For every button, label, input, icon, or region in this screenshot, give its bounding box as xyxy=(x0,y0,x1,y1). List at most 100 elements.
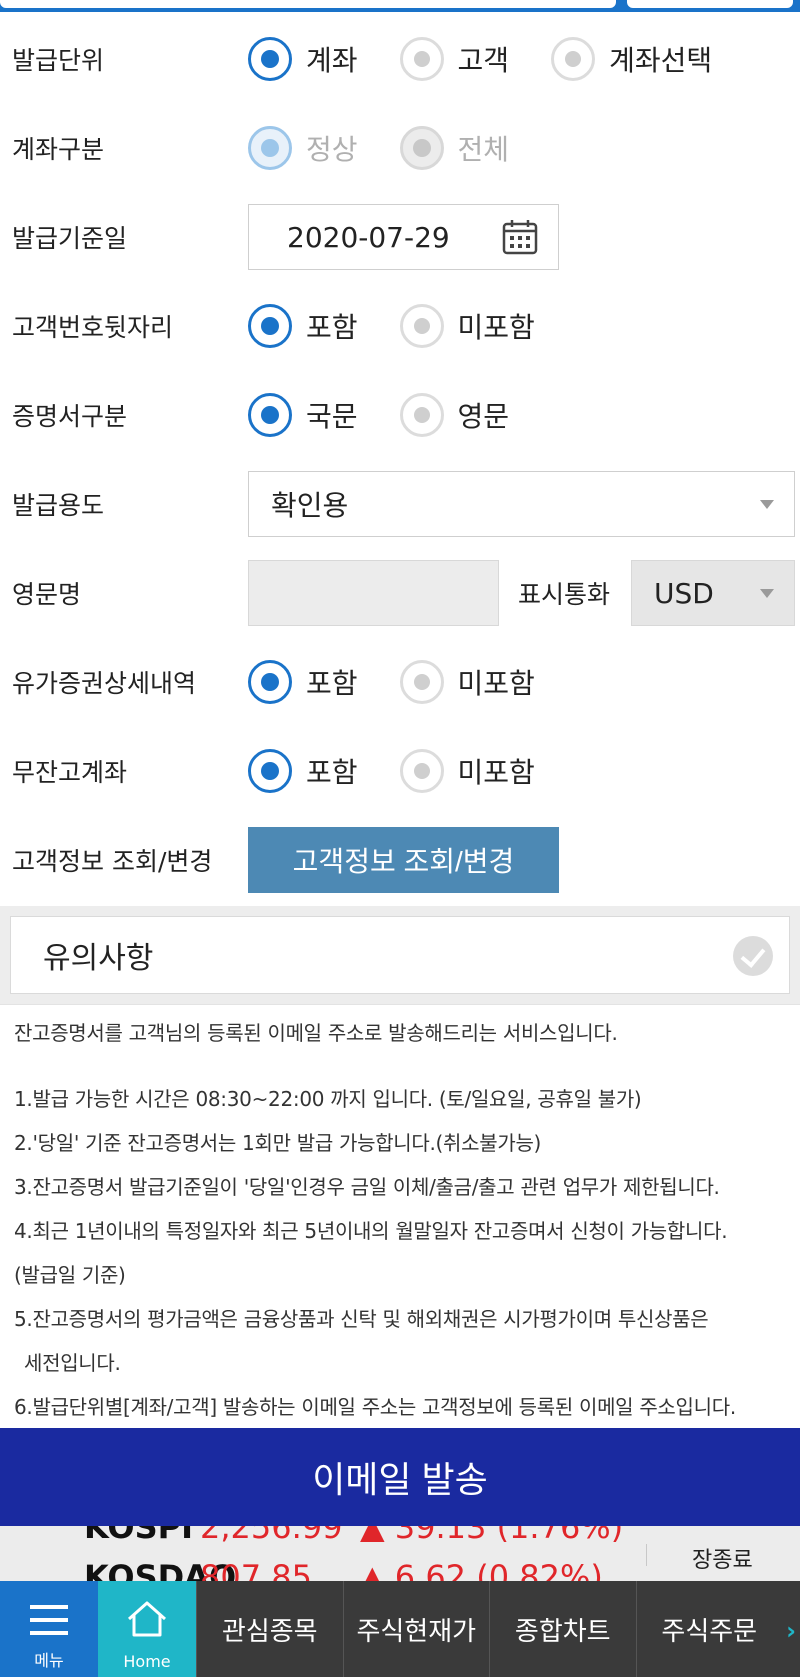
radio-label: 미포함 xyxy=(457,667,535,700)
radio-securities-include[interactable]: 포함 xyxy=(248,660,358,704)
nav-item-watchlist[interactable]: 관심종목 xyxy=(196,1581,343,1677)
issue-unit-label: 발급단위 xyxy=(12,46,105,75)
purpose-label: 발급용도 xyxy=(12,491,105,520)
market-status: 장종료 xyxy=(692,1548,753,1573)
english-name-label: 영문명 xyxy=(12,580,82,609)
chevron-right-icon[interactable]: › xyxy=(786,1617,796,1645)
radio-selected-icon xyxy=(248,749,292,793)
customer-info-button[interactable]: 고객정보 조회/변경 xyxy=(248,827,559,893)
notice-line: (발급일 기준) xyxy=(14,1263,126,1287)
nav-menu-button[interactable]: 메뉴 xyxy=(0,1581,98,1677)
row-purpose: 발급용도 확인용 xyxy=(0,469,800,539)
radio-disabled-selected-icon xyxy=(248,126,292,170)
radio-account-type-all: 전체 xyxy=(399,126,509,170)
notice-body: 잔고증명서를 고객님의 등록된 이메일 주소로 발송해드리는 서비스입니다. 1… xyxy=(0,1004,800,1428)
cust-num-suffix-label: 고객번호뒷자리 xyxy=(12,313,174,342)
radio-unselected-icon xyxy=(399,304,444,348)
securities-detail-label: 유가증권상세내역 xyxy=(12,669,197,698)
radio-label: 국문 xyxy=(306,400,358,433)
notice-line: 2.'당일' 기준 잔고증명서는 1회만 발급 가능합니다.(취소불가능) xyxy=(14,1131,542,1155)
customer-info-label: 고객정보 조회/변경 xyxy=(12,847,213,876)
notice-title: 유의사항 xyxy=(43,941,154,976)
calendar-icon[interactable] xyxy=(502,219,538,255)
radio-zero-balance-include[interactable]: 포함 xyxy=(248,749,358,793)
radio-cust-num-exclude[interactable]: 미포함 xyxy=(399,304,535,348)
nav-item-chart[interactable]: 종합차트 xyxy=(489,1581,636,1677)
radio-cert-korean[interactable]: 국문 xyxy=(248,393,358,437)
page: 발급단위 계좌 고객 계좌선택 계좌구분 정상 전체 발급기준일 2020-07… xyxy=(0,0,800,1677)
notice-header[interactable]: 유의사항 xyxy=(10,916,790,994)
radio-label: 계좌 xyxy=(306,44,358,77)
radio-label: 포함 xyxy=(306,311,358,344)
top-toolbar-strip xyxy=(0,0,800,12)
kospi-value: 2,256.99 xyxy=(200,1526,343,1546)
radio-label: 미포함 xyxy=(457,311,535,344)
top-input-edge[interactable] xyxy=(0,0,616,8)
row-zero-balance: 무잔고계좌 포함 미포함 xyxy=(0,736,800,806)
currency-select[interactable]: USD xyxy=(631,560,795,626)
hamburger-icon xyxy=(30,1605,68,1635)
radio-issue-unit-customer[interactable]: 고객 xyxy=(399,37,509,81)
home-icon xyxy=(128,1601,166,1637)
cert-type-radio-group: 국문 영문 xyxy=(248,393,551,437)
nav-home-button[interactable]: Home xyxy=(98,1581,196,1677)
nav-home-label: Home xyxy=(123,1652,171,1671)
bottom-nav: 메뉴 Home 관심종목 주식현재가 종합차트 주식주문 › xyxy=(0,1581,800,1677)
radio-issue-unit-select-account[interactable]: 계좌선택 xyxy=(551,37,712,81)
market-ticker[interactable]: KOSPI 2,256.99 ▲ 39.13 (1.76%) KOSDAQ 80… xyxy=(0,1526,800,1581)
radio-unselected-icon xyxy=(551,37,596,81)
notice-line: 1.발급 가능한 시간은 08:30~22:00 까지 입니다. (토/일요일,… xyxy=(14,1087,642,1111)
zero-balance-radio-group: 포함 미포함 xyxy=(248,749,577,793)
radio-label: 계좌선택 xyxy=(609,44,713,77)
row-securities-detail: 유가증권상세내역 포함 미포함 xyxy=(0,647,800,717)
chevron-down-icon xyxy=(760,589,774,598)
base-date-input[interactable]: 2020-07-29 xyxy=(248,204,559,270)
nav-item-stock-price[interactable]: 주식현재가 xyxy=(342,1581,490,1677)
kosdaq-change: ▲ 6.62 (0.82%) xyxy=(360,1558,603,1581)
radio-zero-balance-exclude[interactable]: 미포함 xyxy=(399,749,535,793)
row-cust-num-suffix: 고객번호뒷자리 포함 미포함 xyxy=(0,291,800,361)
row-account-type: 계좌구분 정상 전체 xyxy=(0,113,800,183)
notice-line: 5.잔고증명서의 평가금액은 금융상품과 신탁 및 해외채권은 시가평가이며 투… xyxy=(14,1307,709,1331)
cust-num-suffix-radio-group: 포함 미포함 xyxy=(248,304,577,348)
securities-detail-radio-group: 포함 미포함 xyxy=(248,660,577,704)
radio-selected-icon xyxy=(248,660,292,704)
radio-label: 포함 xyxy=(306,667,358,700)
radio-cust-num-include[interactable]: 포함 xyxy=(248,304,358,348)
zero-balance-label: 무잔고계좌 xyxy=(12,758,128,787)
radio-cert-english[interactable]: 영문 xyxy=(399,393,510,437)
radio-disabled-icon xyxy=(399,126,444,170)
english-name-input[interactable] xyxy=(248,560,499,626)
notice-line: 3.잔고증명서 발급기준일이 '당일'인경우 금일 이체/출금/출고 관련 업무… xyxy=(14,1175,720,1199)
row-english-name: 영문명 표시통화 USD xyxy=(0,558,800,628)
notice-section: 유의사항 xyxy=(0,906,800,1004)
radio-securities-exclude[interactable]: 미포함 xyxy=(399,660,535,704)
radio-selected-icon xyxy=(248,393,292,437)
purpose-select[interactable]: 확인용 xyxy=(248,471,795,537)
notice-line: 4.최근 1년이내의 특정일자와 최근 5년이내의 월말일자 잔고증며서 신청이… xyxy=(14,1219,728,1243)
nav-item-stock-order[interactable]: 주식주문 › xyxy=(635,1581,800,1677)
kospi-change: ▲ 39.13 (1.76%) xyxy=(360,1526,624,1546)
row-issue-unit: 발급단위 계좌 고객 계좌선택 xyxy=(0,24,800,94)
radio-label: 영문 xyxy=(457,400,510,433)
notice-line: 세전입니다. xyxy=(24,1351,121,1375)
kosdaq-value: 807.85 xyxy=(200,1558,312,1581)
nav-item-label: 주식주문 xyxy=(661,1616,758,1647)
radio-account-type-normal: 정상 xyxy=(248,126,358,170)
chevron-down-icon xyxy=(760,500,774,509)
top-button-edge[interactable] xyxy=(627,0,793,8)
account-type-label: 계좌구분 xyxy=(12,135,105,164)
base-date-value: 2020-07-29 xyxy=(287,220,450,254)
radio-unselected-icon xyxy=(399,749,444,793)
row-base-date: 발급기준일 2020-07-29 xyxy=(0,202,800,272)
notice-line: 잔고증명서를 고객님의 등록된 이메일 주소로 발송해드리는 서비스입니다. xyxy=(14,1021,618,1045)
purpose-value: 확인용 xyxy=(271,489,349,522)
radio-issue-unit-account[interactable]: 계좌 xyxy=(248,37,358,81)
radio-label: 정상 xyxy=(306,133,358,166)
radio-unselected-icon xyxy=(399,660,444,704)
account-type-radio-group: 정상 전체 xyxy=(248,126,551,170)
radio-selected-icon xyxy=(248,304,292,348)
send-email-button[interactable]: 이메일 발송 xyxy=(0,1428,800,1526)
kospi-name: KOSPI xyxy=(84,1526,193,1546)
radio-unselected-icon xyxy=(399,393,444,437)
